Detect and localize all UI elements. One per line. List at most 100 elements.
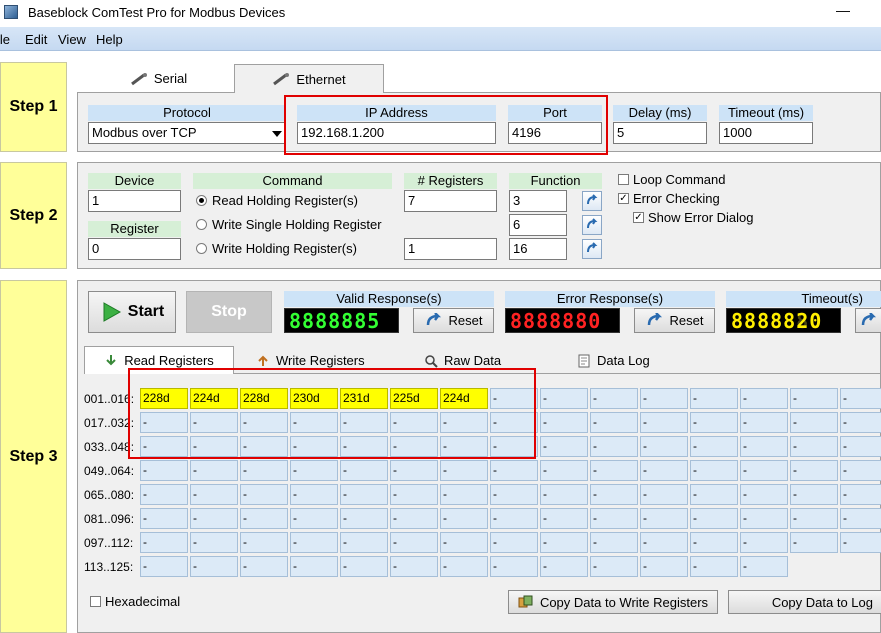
register-cell: - bbox=[540, 508, 588, 529]
register-cell: - bbox=[840, 508, 881, 529]
timeout-header: Timeout (ms) bbox=[719, 105, 813, 121]
register-cell: - bbox=[690, 460, 738, 481]
menu-edit[interactable]: Edit bbox=[25, 32, 47, 47]
radio-read-holding[interactable]: Read Holding Register(s) bbox=[196, 193, 358, 208]
register-cell: - bbox=[790, 436, 838, 457]
register-cell: - bbox=[640, 388, 688, 409]
register-cell: - bbox=[340, 556, 388, 577]
start-button[interactable]: Start bbox=[88, 291, 176, 333]
register-row-label: 097..112: bbox=[84, 536, 134, 550]
protocol-header: Protocol bbox=[88, 105, 286, 121]
register-cell: - bbox=[290, 556, 338, 577]
show-error-dialog-label: Show Error Dialog bbox=[648, 210, 754, 225]
stop-button[interactable]: Stop bbox=[186, 291, 272, 333]
num-registers-read-field[interactable]: 7 bbox=[404, 190, 497, 212]
check-icon: ✓ bbox=[633, 212, 644, 223]
register-cell: - bbox=[690, 556, 738, 577]
valid-response-counter: 888888 8888885 bbox=[284, 308, 399, 333]
register-cell: - bbox=[340, 484, 388, 505]
tab-raw-data[interactable]: Raw Data bbox=[416, 348, 534, 373]
register-cell: - bbox=[490, 388, 538, 409]
register-cell: - bbox=[440, 436, 488, 457]
timeout-digits: 8888820 bbox=[731, 309, 823, 333]
ethernet-cable-icon bbox=[273, 73, 290, 86]
function-write-single-field[interactable]: 6 bbox=[509, 214, 567, 236]
timeout-field[interactable]: 1000 bbox=[719, 122, 813, 144]
register-cell: 230d bbox=[290, 388, 338, 409]
register-cell: - bbox=[240, 412, 288, 433]
title-bar: Baseblock ComTest Pro for Modbus Devices… bbox=[0, 0, 881, 26]
function-header: Function bbox=[509, 173, 602, 189]
function-read-field[interactable]: 3 bbox=[509, 190, 567, 212]
delay-field[interactable]: 5 bbox=[613, 122, 707, 144]
register-cell: - bbox=[790, 484, 838, 505]
radio-write-holding[interactable]: Write Holding Register(s) bbox=[196, 241, 357, 256]
register-cell: - bbox=[590, 412, 638, 433]
menu-file[interactable]: ile bbox=[0, 32, 10, 47]
register-cell: - bbox=[840, 484, 881, 505]
register-cell: - bbox=[690, 388, 738, 409]
tab-write-registers[interactable]: Write Registers bbox=[248, 348, 383, 373]
register-cell: - bbox=[140, 436, 188, 457]
tab-serial[interactable]: Serial bbox=[77, 66, 232, 91]
menu-bar: ile Edit View Help bbox=[0, 27, 881, 51]
minimize-button[interactable]: — bbox=[836, 2, 850, 18]
register-cell: - bbox=[140, 508, 188, 529]
port-header: Port bbox=[508, 105, 602, 121]
ip-address-field[interactable]: 192.168.1.200 bbox=[297, 122, 496, 144]
tab-ethernet[interactable]: Ethernet bbox=[234, 64, 384, 93]
register-cell: - bbox=[440, 508, 488, 529]
menu-view[interactable]: View bbox=[58, 32, 86, 47]
register-cell: - bbox=[190, 556, 238, 577]
copy-to-write-button[interactable]: Copy Data to Write Registers bbox=[508, 590, 718, 614]
tab-read-registers[interactable]: Read Registers bbox=[84, 346, 234, 374]
send-write-single-button[interactable] bbox=[582, 215, 602, 235]
loop-command-checkbox[interactable]: Loop Command bbox=[618, 172, 726, 187]
register-cell: - bbox=[340, 508, 388, 529]
register-header: Register bbox=[88, 221, 181, 237]
register-cell: - bbox=[740, 412, 788, 433]
send-read-button[interactable] bbox=[582, 191, 602, 211]
register-cell: - bbox=[590, 532, 638, 553]
register-cell: - bbox=[390, 556, 438, 577]
register-cell: - bbox=[840, 436, 881, 457]
protocol-select[interactable]: Modbus over TCP bbox=[88, 122, 286, 144]
register-cell: - bbox=[190, 436, 238, 457]
error-checking-checkbox[interactable]: ✓ Error Checking bbox=[618, 191, 720, 206]
menu-help[interactable]: Help bbox=[96, 32, 123, 47]
device-field[interactable]: 1 bbox=[88, 190, 181, 212]
reset-icon bbox=[647, 312, 662, 325]
register-cell: - bbox=[490, 532, 538, 553]
upload-icon bbox=[258, 355, 268, 366]
loop-command-label: Loop Command bbox=[633, 172, 726, 187]
show-error-dialog-checkbox[interactable]: ✓ Show Error Dialog bbox=[633, 210, 754, 225]
checkbox-box bbox=[618, 174, 629, 185]
register-cell: 228d bbox=[140, 388, 188, 409]
num-registers-write-field[interactable]: 1 bbox=[404, 238, 497, 260]
register-cell: - bbox=[540, 460, 588, 481]
register-cell: - bbox=[790, 412, 838, 433]
refresh-icon bbox=[587, 194, 598, 205]
register-cell: - bbox=[440, 556, 488, 577]
register-cell: - bbox=[140, 484, 188, 505]
copy-to-log-button[interactable]: Copy Data to Log bbox=[728, 590, 881, 614]
send-write-button[interactable] bbox=[582, 239, 602, 259]
radio-write-single[interactable]: Write Single Holding Register bbox=[196, 217, 382, 232]
register-cell: - bbox=[690, 412, 738, 433]
register-cell: - bbox=[590, 508, 638, 529]
register-row-label: 113..125: bbox=[84, 560, 134, 574]
valid-reset-button[interactable]: Reset bbox=[413, 308, 494, 333]
error-reset-button[interactable]: Reset bbox=[634, 308, 715, 333]
register-cell: - bbox=[140, 556, 188, 577]
error-response-header: Error Response(s) bbox=[505, 291, 715, 307]
tab-data-log[interactable]: Data Log bbox=[569, 348, 687, 373]
port-field[interactable]: 4196 bbox=[508, 122, 602, 144]
register-cell: - bbox=[190, 508, 238, 529]
register-field[interactable]: 0 bbox=[88, 238, 181, 260]
register-cell: - bbox=[590, 556, 638, 577]
register-cell: - bbox=[740, 508, 788, 529]
timeout-reset-button[interactable] bbox=[855, 308, 881, 333]
function-write-field[interactable]: 16 bbox=[509, 238, 567, 260]
register-cell: - bbox=[340, 532, 388, 553]
hexadecimal-checkbox[interactable]: Hexadecimal bbox=[90, 594, 180, 609]
